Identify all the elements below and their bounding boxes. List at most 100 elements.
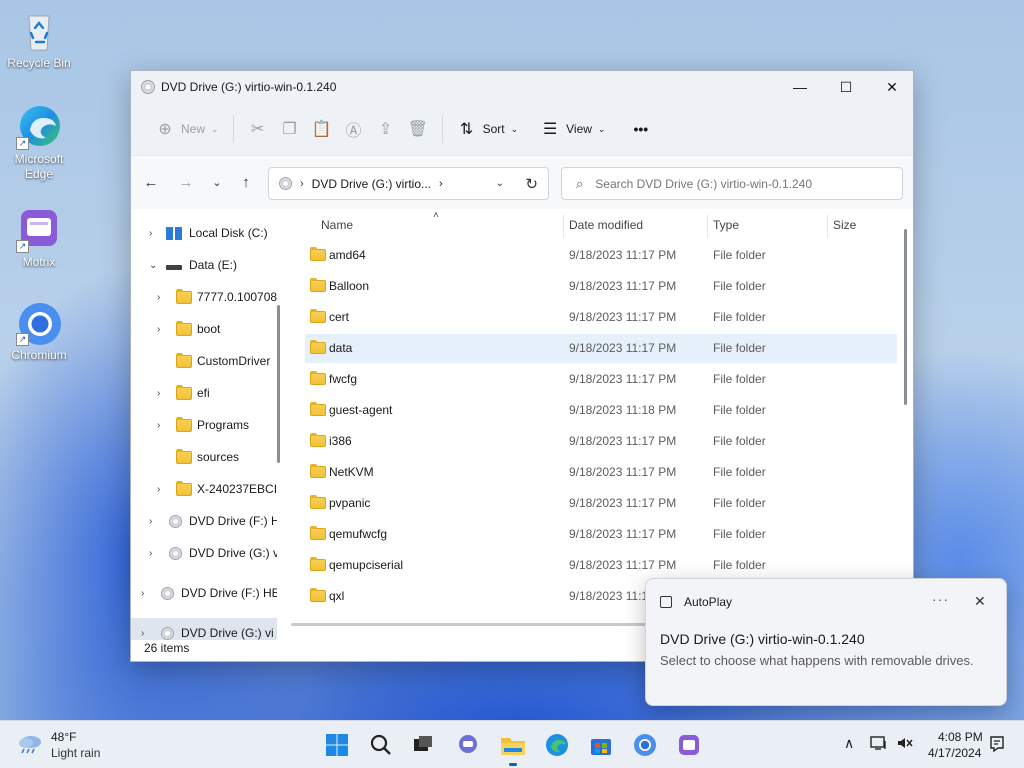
chevron-right-icon[interactable]: › — [157, 484, 160, 495]
autoplay-notification[interactable]: AutoPlay ··· ✕ DVD Drive (G:) virtio-win… — [645, 578, 1007, 706]
chevron-right-icon[interactable]: › — [149, 228, 152, 239]
motrix-taskbar-button[interactable] — [675, 731, 703, 759]
view-button[interactable]: ☰ View ⌄ — [534, 113, 611, 145]
title-bar[interactable]: DVD Drive (G:) virtio-win-0.1.240 — ☐ ✕ — [131, 71, 913, 103]
address-dropdown-icon[interactable]: ⌄ — [496, 178, 504, 189]
new-button[interactable]: ⊕ New ⌄ — [149, 113, 225, 145]
chromium-taskbar-button[interactable] — [631, 731, 659, 759]
nav-item-7777-0-100708[interactable]: › 7777.0.100708 — [131, 282, 277, 312]
file-explorer-icon — [501, 738, 525, 755]
volume-muted-icon[interactable] — [896, 735, 914, 754]
nav-item-dvd-drive-f-h[interactable]: › DVD Drive (F:) H — [131, 506, 277, 536]
clock-date[interactable]: 4/17/2024 — [928, 746, 981, 760]
search-input[interactable] — [595, 176, 886, 191]
up-button[interactable]: ↑ — [234, 170, 258, 194]
nav-item-efi[interactable]: › efi — [131, 378, 277, 408]
nav-item-programs[interactable]: › Programs — [131, 410, 277, 440]
store-taskbar-button[interactable] — [587, 731, 615, 759]
chevron-right-icon[interactable]: › — [157, 324, 160, 335]
trash-icon: 🗑 — [407, 121, 428, 138]
sort-button[interactable]: ⇅ Sort ⌄ — [451, 113, 525, 145]
file-row[interactable]: pvpanic 9/18/2023 11:17 PM File folder — [305, 489, 897, 518]
search-box[interactable]: ⌕ — [561, 167, 903, 200]
rename-button[interactable]: Ⓐ — [338, 113, 370, 145]
chevron-right-icon[interactable]: › — [157, 420, 160, 431]
close-button[interactable]: ✕ — [869, 71, 915, 103]
column-header-size[interactable]: Size — [833, 210, 856, 240]
chevron-right-icon[interactable]: › — [141, 588, 144, 599]
network-icon[interactable] — [870, 735, 888, 754]
task-view-button[interactable] — [409, 731, 437, 759]
nav-item-boot[interactable]: › boot — [131, 314, 277, 344]
column-header-type[interactable]: Type — [713, 210, 739, 240]
nav-item-sources[interactable]: sources — [131, 442, 277, 472]
weather-condition[interactable]: Light rain — [51, 746, 100, 760]
desktop-icon-recycle-bin[interactable]: Recycle Bin — [1, 8, 77, 71]
nav-pane-scrollbar[interactable] — [277, 305, 280, 463]
chevron-down-icon[interactable]: ⌄ — [149, 260, 157, 271]
edge-taskbar-button[interactable] — [543, 731, 571, 759]
vertical-scrollbar[interactable] — [904, 229, 907, 405]
nav-item-x-240237ebci[interactable]: › X-240237EBCI — [131, 474, 277, 504]
notification-more-button[interactable]: ··· — [932, 591, 949, 607]
file-row[interactable]: amd64 9/18/2023 11:17 PM File folder — [305, 241, 897, 270]
column-header-name[interactable]: Name — [321, 210, 353, 240]
nav-item-data-e[interactable]: ⌄ Data (E:) — [131, 250, 277, 280]
paste-button[interactable]: 📋 — [306, 113, 338, 145]
nav-item-dvd-drive-f-he[interactable]: › DVD Drive (F:) HE — [131, 578, 277, 608]
share-button[interactable]: ⇪ — [370, 113, 402, 145]
desktop-icon-chromium[interactable]: ↗ Chromium — [1, 300, 77, 363]
column-header-date-modified[interactable]: Date modified — [569, 210, 643, 240]
file-date-modified: 9/18/2023 11:17 PM — [569, 372, 677, 386]
weather-rain-icon[interactable] — [17, 733, 43, 754]
notification-center-icon[interactable] — [988, 735, 1006, 756]
file-row[interactable]: fwcfg 9/18/2023 11:17 PM File folder — [305, 365, 897, 394]
desktop-icon-edge[interactable]: ↗ Microsoft Edge — [1, 104, 77, 182]
column-divider[interactable] — [707, 214, 708, 238]
recent-locations-button[interactable]: ⌄ — [205, 170, 229, 194]
file-row[interactable]: NetKVM 9/18/2023 11:17 PM File folder — [305, 458, 897, 487]
chevron-right-icon[interactable]: › — [157, 388, 160, 399]
address-field[interactable]: › DVD Drive (G:) virtio... › ⌄ ↻ — [268, 167, 549, 200]
show-hidden-icons-chevron-icon[interactable]: ∧ — [844, 735, 854, 752]
column-divider[interactable] — [563, 214, 564, 238]
breadcrumb-path[interactable]: DVD Drive (G:) virtio... — [312, 177, 431, 191]
desktop-icon-motrix[interactable]: ↗ Motrix — [1, 207, 77, 270]
chevron-right-icon[interactable]: › — [157, 292, 160, 303]
file-row[interactable]: qemupciserial 9/18/2023 11:17 PM File fold… — [305, 551, 897, 580]
file-row[interactable]: data 9/18/2023 11:17 PM File folder — [305, 334, 897, 363]
chevron-right-icon[interactable]: › — [149, 548, 152, 559]
back-button[interactable]: ← — [139, 170, 163, 194]
cut-button[interactable]: ✂ — [242, 113, 274, 145]
edge-icon — [546, 734, 568, 756]
weather-temperature[interactable]: 48°F — [51, 730, 76, 744]
delete-button[interactable]: 🗑 — [402, 113, 434, 145]
forward-button[interactable]: → — [174, 170, 198, 194]
copy-button[interactable]: ❐ — [274, 113, 306, 145]
nav-item-dvd-drive-g-v[interactable]: › DVD Drive (G:) v — [131, 538, 277, 568]
file-row[interactable]: qemufwcfg 9/18/2023 11:17 PM File folder — [305, 520, 897, 549]
search-button[interactable] — [367, 731, 395, 759]
minimize-button[interactable]: — — [777, 71, 823, 103]
maximize-button[interactable]: ☐ — [823, 71, 869, 103]
file-list: Name ˄ Date modified Type Size amd64 9/18… — [291, 210, 901, 630]
file-explorer-taskbar-button[interactable] — [499, 731, 527, 766]
clock-time[interactable]: 4:08 PM — [938, 730, 983, 744]
horizontal-scrollbar[interactable] — [291, 623, 651, 626]
nav-item-customdriver[interactable]: CustomDriver — [131, 346, 277, 376]
file-type: File folder — [713, 372, 766, 386]
refresh-icon[interactable]: ↻ — [525, 175, 538, 193]
start-button[interactable] — [323, 731, 351, 759]
file-row[interactable]: Balloon 9/18/2023 11:17 PM File folder — [305, 272, 897, 301]
folder-icon — [310, 309, 326, 323]
file-row[interactable]: cert 9/18/2023 11:17 PM File folder — [305, 303, 897, 332]
file-row[interactable]: i386 9/18/2023 11:17 PM File folder — [305, 427, 897, 456]
chevron-right-icon[interactable]: › — [149, 516, 152, 527]
more-options-button[interactable]: ••• — [621, 113, 654, 145]
chat-button[interactable] — [454, 731, 482, 759]
notification-close-button[interactable]: ✕ — [974, 593, 986, 610]
column-divider[interactable] — [827, 214, 828, 238]
nav-item-local-disk-c[interactable]: › Local Disk (C:) — [131, 218, 277, 248]
file-row[interactable]: guest-agent 9/18/2023 11:18 PM File folder — [305, 396, 897, 425]
breadcrumb-chevron-icon[interactable]: › — [439, 178, 443, 190]
